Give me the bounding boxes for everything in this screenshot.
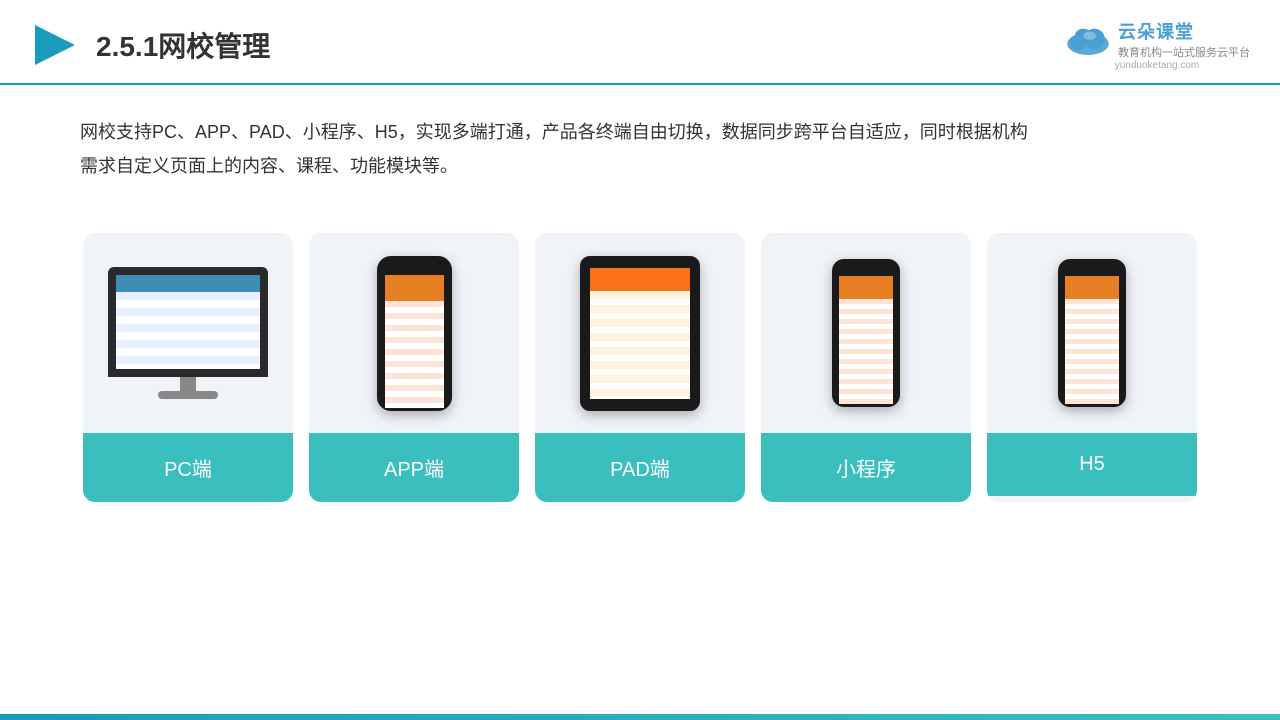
miniprogram-phone-frame [832, 259, 900, 407]
pc-monitor [103, 267, 273, 399]
card-pad-image [535, 233, 745, 433]
phone-screen [385, 275, 444, 408]
cards-container: PC端 APP端 PAD端 小程序 [0, 213, 1280, 522]
card-h5-label: H5 [987, 433, 1197, 496]
h5-phone-screen [1065, 276, 1119, 404]
h5-phone-frame [1058, 259, 1126, 407]
monitor-frame [108, 267, 268, 377]
card-h5[interactable]: H5 [987, 233, 1197, 502]
card-miniprogram[interactable]: 小程序 [761, 233, 971, 502]
card-miniprogram-label: 小程序 [761, 433, 971, 502]
logo-main-text: 云朵课堂 [1118, 18, 1250, 44]
logo-area: 云朵课堂 教育机构一站式服务云平台 yunduoketang.com [1064, 18, 1250, 71]
card-miniprogram-image [761, 233, 971, 433]
card-pc-image [83, 233, 293, 433]
page-title: 2.5.1网校管理 [96, 25, 270, 65]
card-pad-label: PAD端 [535, 433, 745, 502]
logo-text-wrapper: 云朵课堂 教育机构一站式服务云平台 [1118, 18, 1250, 60]
card-h5-image [987, 233, 1197, 433]
logo-subtitle: 教育机构一站式服务云平台 [1118, 44, 1250, 60]
monitor-neck [180, 377, 196, 391]
card-app-image [309, 233, 519, 433]
cloud-icon [1064, 21, 1112, 57]
card-pad[interactable]: PAD端 [535, 233, 745, 502]
card-app-label: APP端 [309, 433, 519, 502]
phone-notch [402, 267, 426, 272]
card-pc[interactable]: PC端 [83, 233, 293, 502]
logo-cloud: 云朵课堂 教育机构一站式服务云平台 [1064, 18, 1250, 60]
tablet-frame [580, 256, 700, 411]
phone-sm-screen [839, 276, 893, 404]
monitor-screen [116, 275, 260, 369]
header-left: 2.5.1网校管理 [30, 20, 270, 70]
logo-url: yunduoketang.com [1115, 60, 1200, 71]
card-pc-label: PC端 [83, 433, 293, 502]
description-text: 网校支持PC、APP、PAD、小程序、H5，实现多端打通，产品各终端自由切换，数… [0, 85, 1280, 203]
play-icon [30, 20, 80, 70]
desc-line1: 网校支持PC、APP、PAD、小程序、H5，实现多端打通，产品各终端自由切换，数… [80, 122, 1028, 142]
header: 2.5.1网校管理 云朵课堂 教育机构一站式服务云平台 yunduoketang… [0, 0, 1280, 85]
monitor-base [158, 391, 218, 399]
app-phone-frame [377, 256, 452, 411]
h5-phone-notch [1082, 269, 1102, 273]
bottom-bar [0, 714, 1280, 720]
phone-sm-notch [856, 269, 876, 273]
desc-line2: 需求自定义页面上的内容、课程、功能模块等。 [80, 156, 458, 176]
tablet-screen [590, 268, 690, 399]
card-app[interactable]: APP端 [309, 233, 519, 502]
